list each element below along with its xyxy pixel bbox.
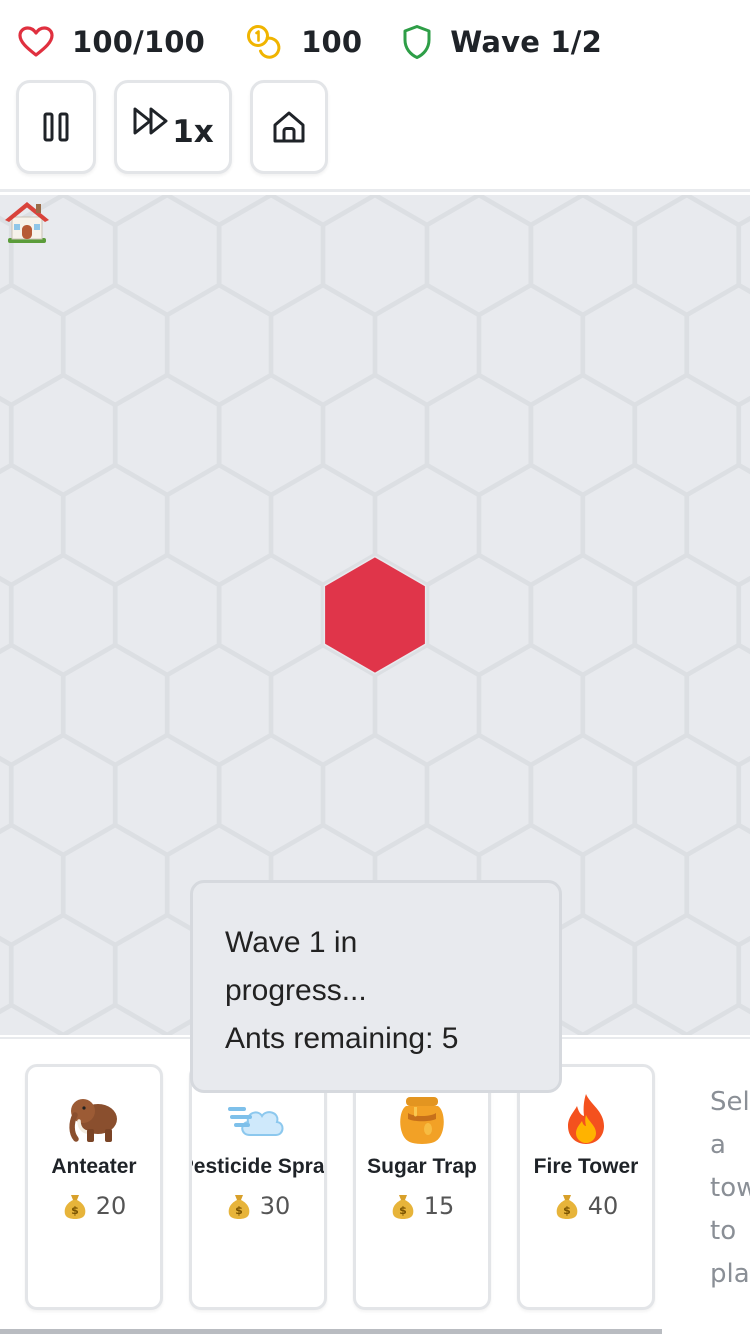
money-bag-icon: $ (556, 1195, 578, 1219)
hint-line: to (710, 1216, 737, 1246)
game-hud: 100/100 100 Wave 1/2 1x (0, 0, 750, 192)
speed-label: 1x (172, 114, 214, 150)
gold-value: 100 (301, 25, 363, 59)
tower-name: Pesticide Spray (189, 1155, 325, 1178)
tower-name: Anteater (51, 1155, 137, 1178)
home-icon (273, 111, 305, 143)
hint-line: Sel (710, 1087, 750, 1117)
pause-button[interactable] (16, 80, 96, 174)
tower-card-anteater[interactable]: Anteater $ 20 (25, 1064, 163, 1310)
shield-icon (403, 25, 431, 59)
tower-cost: $ 15 (356, 1192, 488, 1220)
status-line: Wave 1 in (225, 926, 358, 959)
money-bag-icon: $ (392, 1195, 414, 1219)
svg-text:$: $ (235, 1204, 243, 1217)
house-icon (5, 202, 49, 243)
tower-card-sugar-trap[interactable]: Sugar Trap $ 15 (353, 1064, 491, 1310)
cost-value: 15 (423, 1192, 455, 1220)
svg-text:$: $ (563, 1204, 571, 1217)
tower-name: Sugar Trap (367, 1155, 477, 1178)
shop-hint: Sel a tow to pla (710, 1081, 750, 1296)
tower-card-fire-tower[interactable]: Fire Tower $ 40 (517, 1064, 655, 1310)
coins-icon (247, 25, 281, 59)
svg-text:$: $ (71, 1204, 79, 1217)
cost-value: 40 (587, 1192, 619, 1220)
tower-cost: $ 40 (520, 1192, 652, 1220)
hint-line: tow (710, 1173, 750, 1203)
home-button[interactable] (250, 80, 328, 174)
money-bag-icon: $ (228, 1195, 250, 1219)
pause-icon (43, 112, 69, 142)
tower-cost: $ 20 (28, 1192, 160, 1220)
cost-value: 30 (259, 1192, 291, 1220)
tower-name: Fire Tower (533, 1155, 639, 1178)
cost-value: 20 (95, 1192, 127, 1220)
money-bag-icon: $ (64, 1195, 86, 1219)
fire-icon (568, 1094, 604, 1144)
wave-value: Wave 1/2 (450, 25, 602, 59)
gold-stat: 100 (245, 24, 362, 60)
hint-line: a (710, 1130, 726, 1160)
wave-stat: Wave 1/2 (402, 24, 602, 60)
ants-remaining: Ants remaining: 5 (225, 1022, 459, 1055)
status-line: progress... (225, 974, 367, 1007)
stats-bar: 100/100 100 Wave 1/2 (18, 22, 642, 62)
svg-text:$: $ (399, 1204, 407, 1217)
speed-button[interactable]: 1x (114, 80, 232, 174)
honey-pot-icon (400, 1097, 444, 1144)
mammoth-icon (69, 1099, 117, 1142)
fast-forward-icon (133, 107, 168, 135)
hint-line: pla (710, 1259, 750, 1289)
lives-value: 100/100 (72, 25, 206, 59)
control-buttons: 1x (16, 80, 346, 174)
heart-icon (18, 26, 54, 57)
dash-cloud-icon (228, 1107, 284, 1136)
wave-status-popup: Wave 1 in progress... Ants remaining: 5 (190, 880, 562, 1093)
tower-cost: $ 30 (192, 1192, 324, 1220)
lives-stat: 100/100 (18, 25, 205, 59)
shop-scrollbar[interactable] (0, 1329, 662, 1334)
tower-card-pesticide-spray[interactable]: Pesticide Spray $ 30 (189, 1064, 327, 1310)
